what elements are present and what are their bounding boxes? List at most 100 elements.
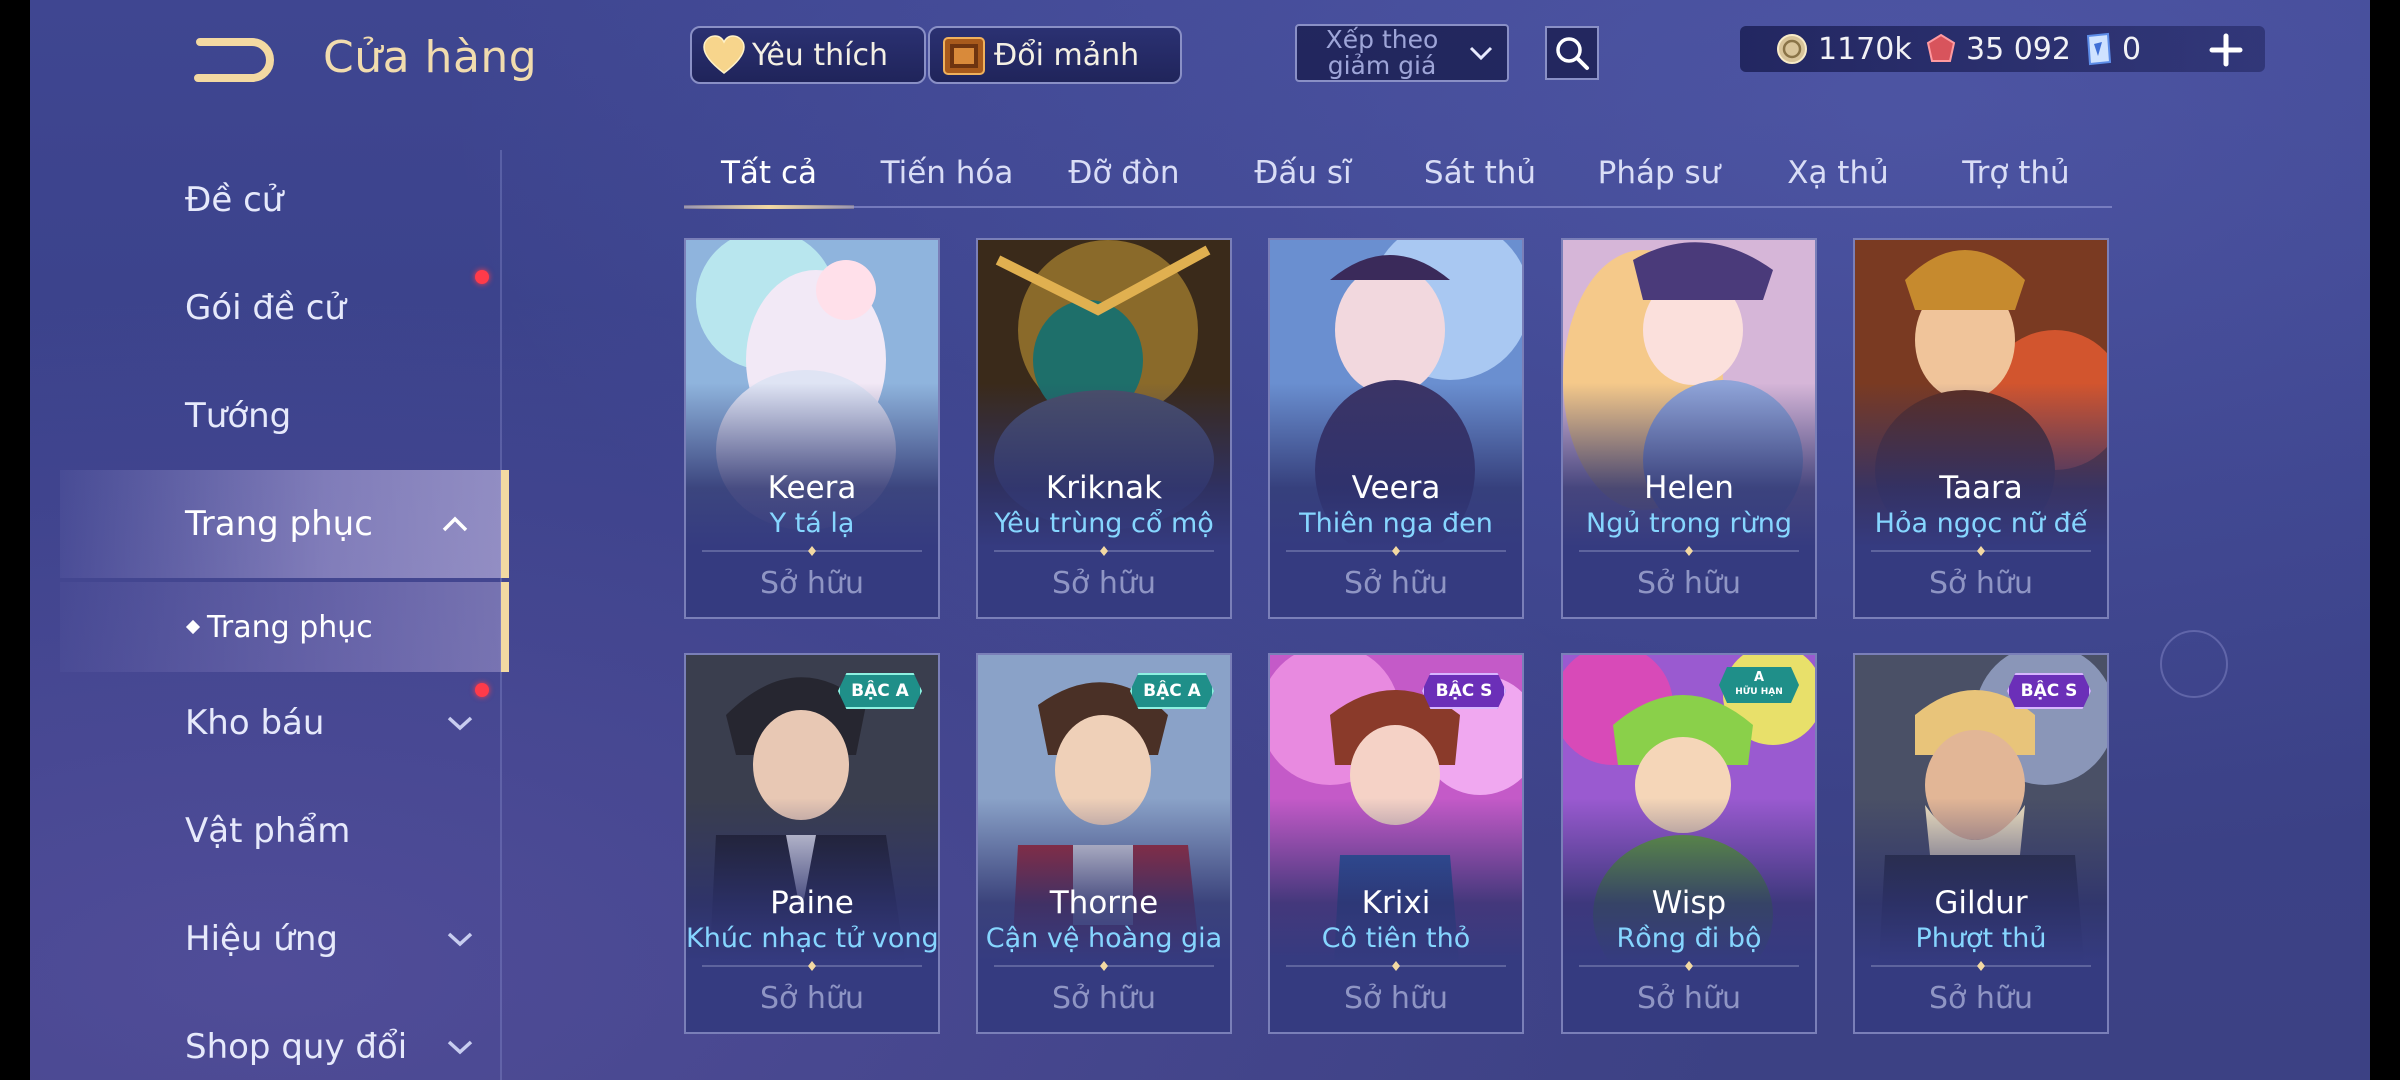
exchange-label: Đổi mảnh bbox=[994, 37, 1140, 73]
decorative-circle bbox=[2160, 630, 2228, 698]
skin-card[interactable]: Kriknak Yêu trùng cổ mộ Sở hữu bbox=[976, 238, 1232, 619]
role-filter-tabs: Tất cả Tiến hóa Đỡ đòn Đấu sĩ Sát thủ Ph… bbox=[684, 140, 2112, 209]
sidebar-subitem-skins[interactable]: Trang phục bbox=[60, 582, 509, 672]
card-separator bbox=[1579, 961, 1799, 971]
ruby-currency: 35 092 bbox=[1926, 26, 2071, 72]
hero-name: Kriknak bbox=[1045, 470, 1163, 506]
favorites-label: Yêu thích bbox=[752, 37, 888, 73]
skin-card[interactable]: Taara Hỏa ngọc nữ đế Sở hữu bbox=[1853, 238, 2109, 619]
card-separator bbox=[994, 546, 1214, 556]
skin-card[interactable]: Keera Y tá lạ Sở hữu bbox=[684, 238, 940, 619]
card-separator bbox=[1286, 546, 1506, 556]
owned-status: Sở hữu bbox=[1344, 981, 1448, 1016]
add-currency-plus-icon[interactable] bbox=[2204, 28, 2248, 72]
tab-label: Đấu sĩ bbox=[1254, 155, 1352, 191]
hero-name: Taara bbox=[1939, 470, 2023, 506]
tab-mage[interactable]: Pháp sư bbox=[1574, 140, 1744, 206]
sidebar-item-treasure[interactable]: Kho báu bbox=[30, 683, 500, 763]
tier-badge: BẬC S bbox=[1422, 673, 1506, 709]
ruby-amount: 35 092 bbox=[1966, 31, 2071, 67]
sidebar-item-effects[interactable]: Hiệu ứng bbox=[30, 899, 500, 979]
skin-name: Cô tiên thỏ bbox=[1321, 923, 1471, 954]
owned-status: Sở hữu bbox=[1637, 566, 1741, 601]
sidebar-item-label: Trang phục bbox=[185, 504, 373, 544]
skin-card[interactable]: BẬC S Krixi Cô tiên thỏ Sở hữu bbox=[1268, 653, 1524, 1034]
voucher-currency: 0 bbox=[2084, 26, 2141, 72]
sidebar-item-recommended-bundles[interactable]: Gói đề cử bbox=[30, 268, 500, 348]
ruby-icon bbox=[1926, 33, 1956, 62]
skin-name: Khúc nhạc tử vong bbox=[686, 923, 939, 954]
skin-card[interactable]: BẬC A Thorne Cận vệ hoàng gia Sở hữu bbox=[976, 653, 1232, 1034]
voucher-amount: 0 bbox=[2122, 31, 2142, 67]
owned-status: Sở hữu bbox=[1052, 566, 1156, 601]
owned-status: Sở hữu bbox=[760, 981, 864, 1016]
owned-status: Sở hữu bbox=[1929, 981, 2033, 1016]
chevron-down-icon bbox=[1469, 46, 1493, 61]
notification-dot bbox=[475, 683, 489, 697]
skin-card[interactable]: Veera Thiên nga đen Sở hữu bbox=[1268, 238, 1524, 619]
sidebar-item-recommended[interactable]: Đề cử bbox=[30, 160, 500, 240]
hero-name: Gildur bbox=[1934, 885, 2028, 921]
card-separator bbox=[1286, 961, 1506, 971]
skin-card[interactable]: Helen Ngủ trong rừng Sở hữu bbox=[1561, 238, 1817, 619]
heart-icon bbox=[703, 35, 745, 74]
hero-name: Paine bbox=[770, 885, 854, 921]
voucher-icon bbox=[2086, 32, 2112, 66]
tab-fighter[interactable]: Đấu sĩ bbox=[1218, 140, 1388, 206]
sidebar-item-label: Shop quy đổi bbox=[185, 1027, 408, 1067]
tab-tank[interactable]: Đỡ đòn bbox=[1039, 140, 1209, 206]
chevron-up-icon bbox=[442, 516, 468, 532]
skin-card[interactable]: A HỮU HẠN Wisp Rồng đi bộ Sở hữu bbox=[1561, 653, 1817, 1034]
skin-name: Y tá lạ bbox=[769, 508, 855, 539]
favorites-button[interactable]: Yêu thích bbox=[690, 26, 926, 84]
tab-label: Đỡ đòn bbox=[1068, 155, 1180, 191]
sidebar-subitem-label: Trang phục bbox=[207, 609, 373, 645]
tab-label: Sát thủ bbox=[1423, 155, 1537, 191]
back-arrow-icon[interactable] bbox=[190, 34, 280, 88]
sidebar-item-label: Tướng bbox=[185, 396, 292, 436]
sidebar-item-heroes[interactable]: Tướng bbox=[30, 376, 500, 456]
sidebar-item-exchange-shop[interactable]: Shop quy đổi bbox=[30, 1007, 500, 1080]
search-icon bbox=[1556, 37, 1589, 70]
tab-assassin[interactable]: Sát thủ bbox=[1395, 140, 1565, 206]
sort-dropdown[interactable]: Xếp theo giảm giá bbox=[1295, 24, 1509, 82]
skin-card[interactable]: BẬC A Paine Khúc nhạc tử vong Sở hữu bbox=[684, 653, 940, 1034]
skin-name: Cận vệ hoàng gia bbox=[985, 923, 1223, 954]
tab-label: Trợ thủ bbox=[1962, 155, 2070, 191]
currency-bar: 1170k 35 092 0 bbox=[1740, 26, 2265, 72]
sidebar-item-label: Kho báu bbox=[185, 703, 325, 743]
sort-label: Xếp theo giảm giá bbox=[1325, 25, 1439, 80]
owned-status: Sở hữu bbox=[1052, 981, 1156, 1016]
search-button[interactable] bbox=[1545, 26, 1599, 80]
chevron-down-icon bbox=[447, 932, 473, 947]
card-separator bbox=[1871, 546, 2091, 556]
shop-screen: Cửa hàng Yêu thích Đổi mảnh Xếp theo giả… bbox=[30, 0, 2370, 1080]
hero-name: Veera bbox=[1351, 470, 1441, 506]
skin-name: Phượt thủ bbox=[1915, 923, 2047, 954]
skin-name: Hỏa ngọc nữ đế bbox=[1874, 508, 2088, 539]
tab-label: Tất cả bbox=[721, 155, 817, 191]
hero-name: Thorne bbox=[1049, 885, 1159, 921]
page-title: Cửa hàng bbox=[323, 32, 538, 83]
chest-icon bbox=[943, 37, 985, 75]
tab-support[interactable]: Trợ thủ bbox=[1931, 140, 2101, 206]
sidebar-item-label: Vật phẩm bbox=[185, 811, 351, 851]
tab-evolution[interactable]: Tiến hóa bbox=[862, 140, 1032, 206]
bullet-diamond-icon bbox=[185, 619, 201, 635]
chevron-down-icon bbox=[447, 716, 473, 731]
gold-coin-icon bbox=[1777, 34, 1807, 64]
exchange-fragments-button[interactable]: Đổi mảnh bbox=[928, 26, 1182, 84]
sidebar-item-label: Đề cử bbox=[185, 180, 284, 220]
skin-name: Yêu trùng cổ mộ bbox=[994, 508, 1214, 539]
tier-badge: BẬC S bbox=[2007, 673, 2091, 709]
sidebar-item-items[interactable]: Vật phẩm bbox=[30, 791, 500, 871]
tier-badge: A HỮU HẠN bbox=[1719, 667, 1799, 703]
sidebar-item-skins[interactable]: Trang phục bbox=[60, 470, 509, 578]
gold-currency: 1170k bbox=[1776, 26, 1912, 72]
hero-name: Keera bbox=[767, 470, 857, 506]
skin-card[interactable]: BẬC S Gildur Phượt thủ Sở hữu bbox=[1853, 653, 2109, 1034]
tab-marksman[interactable]: Xạ thủ bbox=[1753, 140, 1923, 206]
card-separator bbox=[702, 961, 922, 971]
card-separator bbox=[994, 961, 1214, 971]
tab-all[interactable]: Tất cả bbox=[684, 140, 854, 209]
